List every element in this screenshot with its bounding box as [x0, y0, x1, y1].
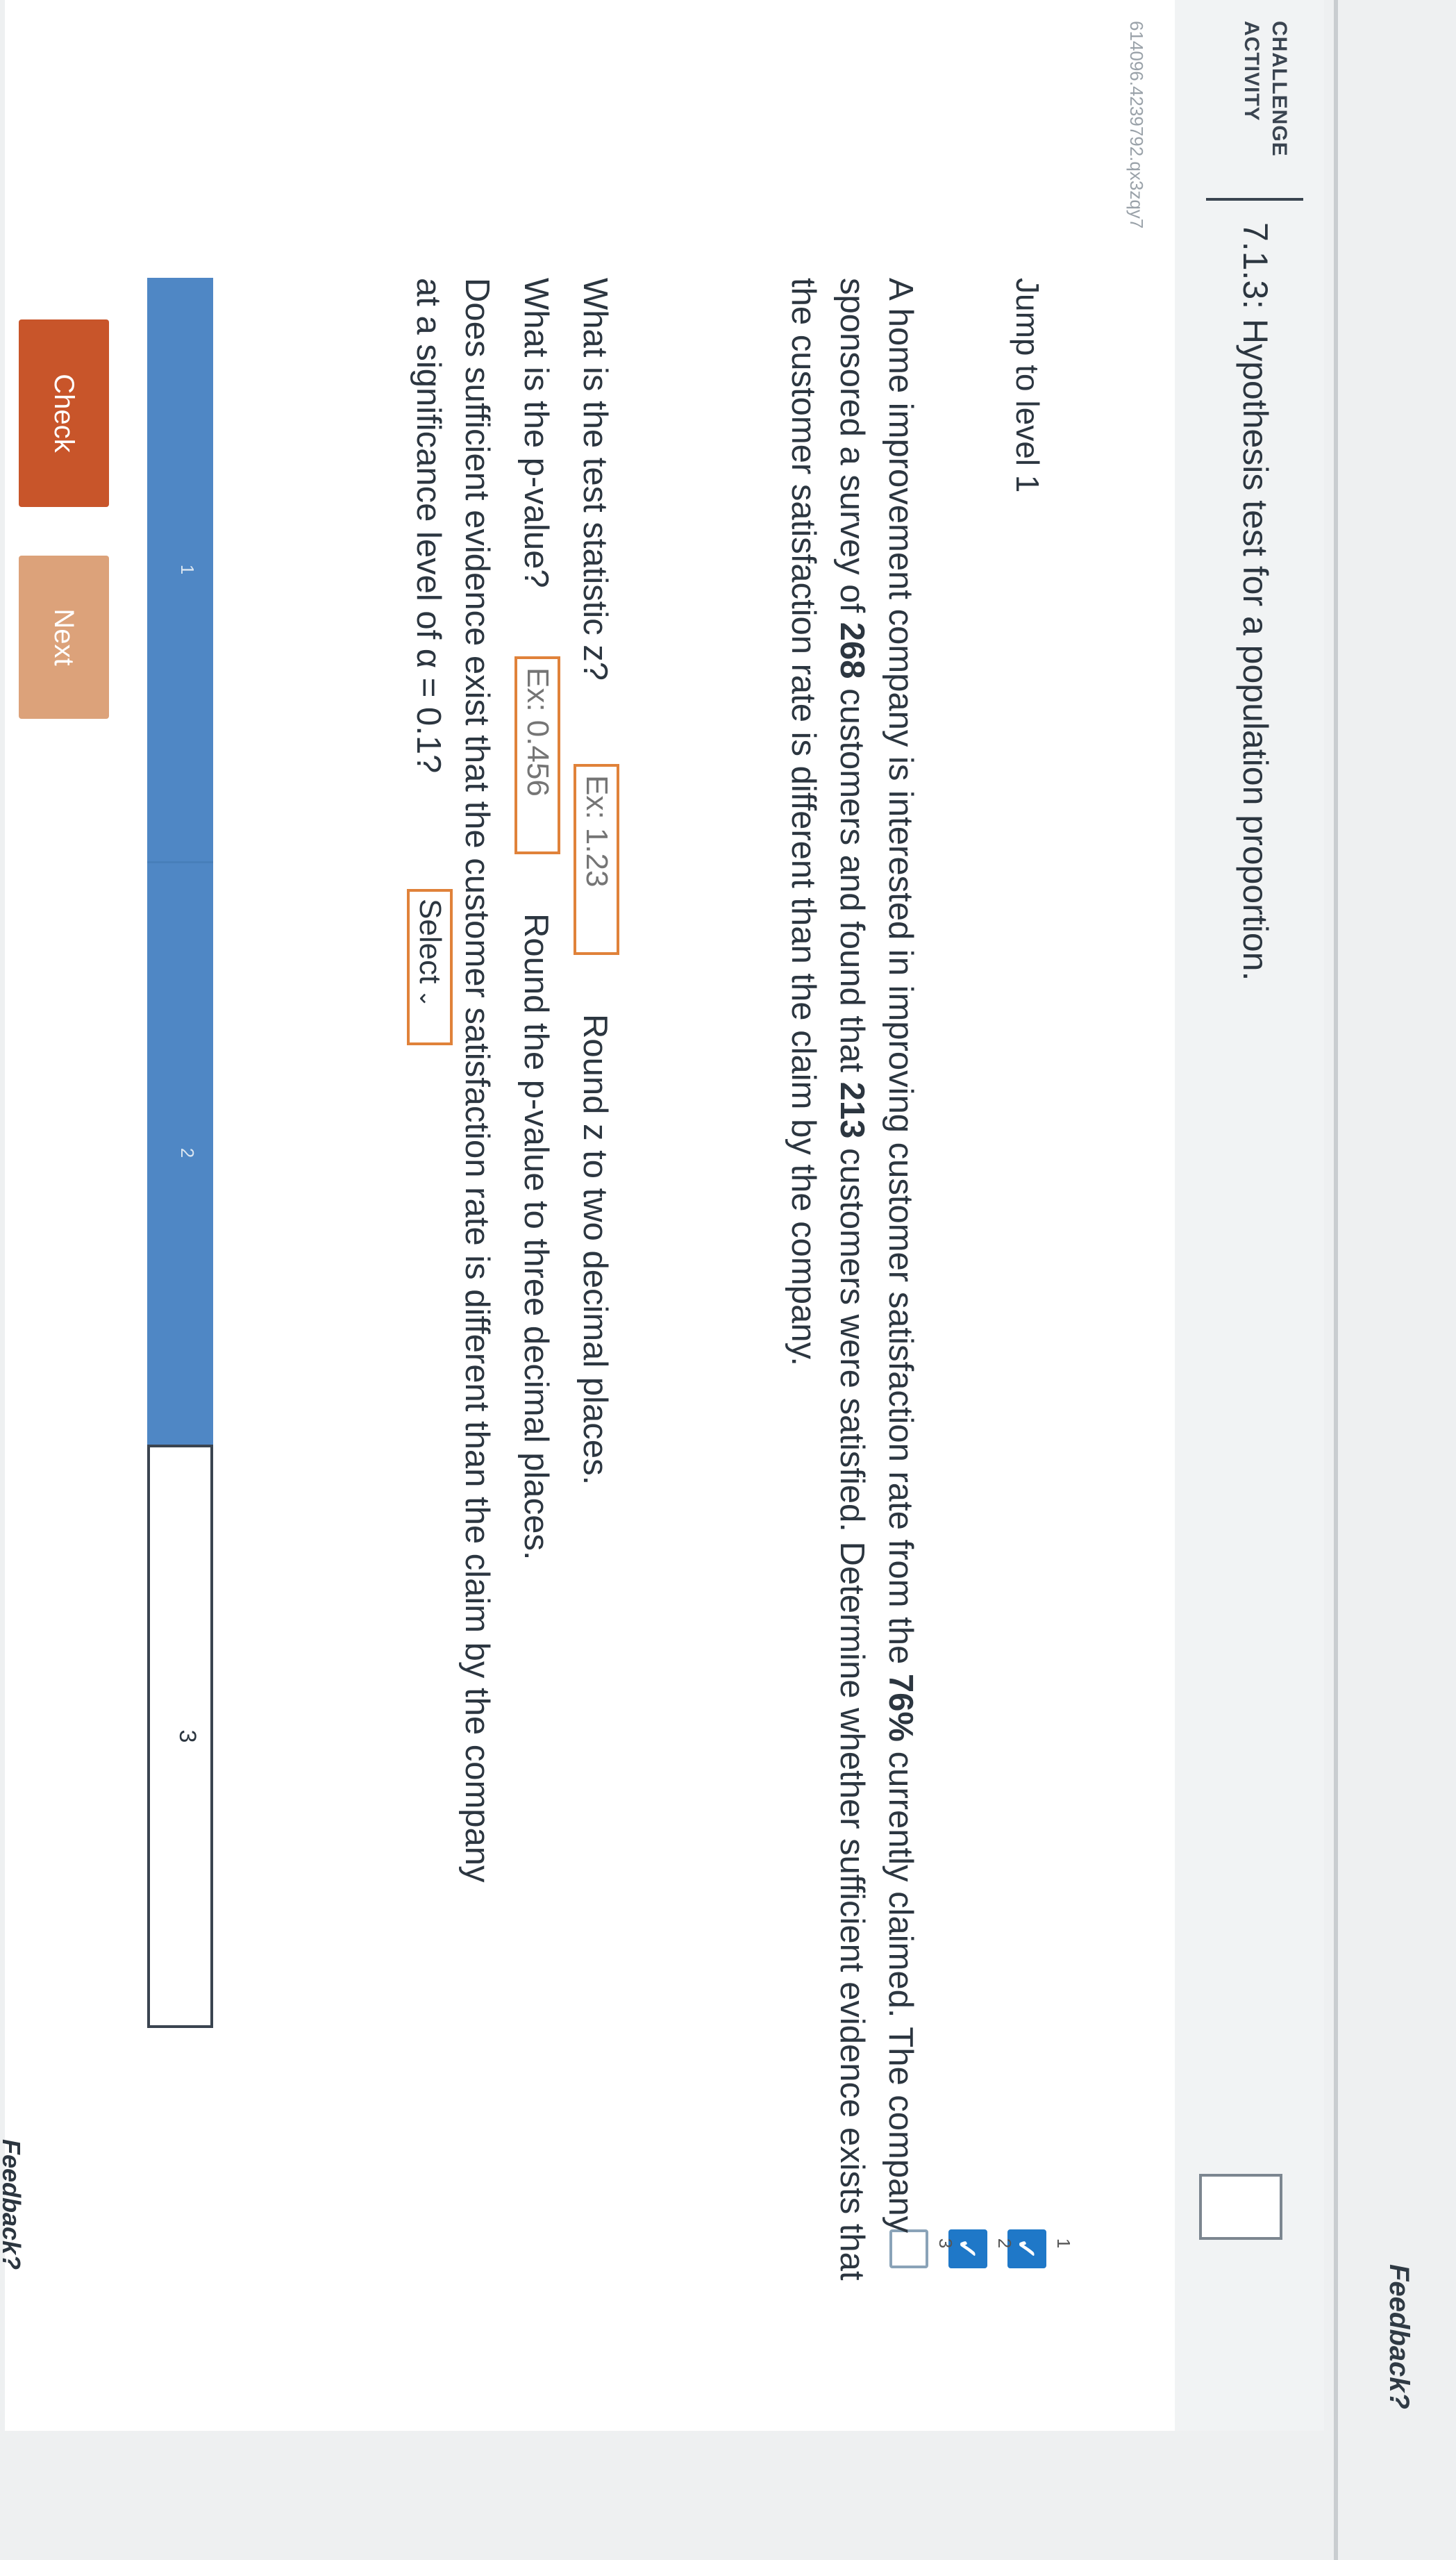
- activity-id: 614096.4239792.qx3zqy7: [1126, 21, 1147, 229]
- question-z: What is the test statistic z? Round z to…: [571, 278, 619, 1485]
- select-value: Select: [413, 899, 447, 984]
- feedback-link-top[interactable]: Feedback?: [1383, 2264, 1414, 2409]
- p-question-label: What is the p-value?: [517, 278, 555, 588]
- problem-text: customers and found that: [833, 679, 871, 1082]
- problem-text: A home improvement company is interested…: [882, 278, 919, 1674]
- level-2-indicator[interactable]: 2 ✓: [939, 2174, 1015, 2341]
- challenge-activity-card: CHALLENGE ACTIVITY 7.1.3: Hypothesis tes…: [0, 0, 1324, 2431]
- question-evidence-line-1: Does sufficient evidence exist that the …: [453, 278, 501, 2222]
- significance-level-label: at a significance level of α = 0.1?: [410, 278, 447, 774]
- level-number: 1: [1053, 2238, 1074, 2249]
- completion-checkbox: [1199, 2174, 1282, 2240]
- divider: [1334, 0, 1338, 2560]
- p-value-input[interactable]: [514, 656, 560, 854]
- segment-label-3: 3: [174, 1729, 201, 1743]
- segment-label-2: 2: [177, 1147, 198, 1158]
- z-question-label: What is the test statistic z?: [576, 278, 614, 681]
- claimed-rate: 76%: [882, 1673, 919, 1742]
- activity-header: CHALLENGE ACTIVITY 7.1.3: Hypothesis tes…: [1175, 0, 1324, 2431]
- badge-line-1: CHALLENGE: [1268, 21, 1291, 157]
- jump-to-level[interactable]: Jump to level 1: [1009, 278, 1046, 492]
- screen: Feedback? CHALLENGE ACTIVITY 7.1.3: Hypo…: [0, 0, 1456, 2560]
- segment-divider: [147, 861, 213, 863]
- feedback-link-bottom[interactable]: Feedback?: [0, 2139, 26, 2270]
- problem-statement: A home improvement company is interested…: [779, 278, 925, 2292]
- challenge-activity-badge: CHALLENGE ACTIVITY: [1237, 21, 1293, 157]
- z-hint: Round z to two decimal places.: [576, 1014, 614, 1486]
- badge-line-2: ACTIVITY: [1240, 21, 1263, 122]
- level-number: 3: [935, 2238, 956, 2249]
- evidence-question-label: Does sufficient evidence exist that the …: [458, 278, 496, 1883]
- level-progress-bar: 1 2 3: [147, 278, 213, 2028]
- level-1-indicator[interactable]: 1 ✓: [998, 2174, 1074, 2341]
- activity-title: 7.1.3: Hypothesis test for a population …: [1236, 222, 1275, 981]
- question-evidence-line-2: at a significance level of α = 0.1? Sele…: [404, 278, 453, 1111]
- p-hint: Round the p-value to three decimal place…: [517, 913, 555, 1561]
- z-input[interactable]: [574, 764, 619, 955]
- evidence-select[interactable]: Select ⌄: [407, 889, 453, 1045]
- question-p: What is the p-value? Round the p-value t…: [512, 278, 560, 1561]
- level-number: 2: [994, 2238, 1015, 2249]
- check-button[interactable]: Check: [19, 319, 109, 507]
- satisfied-count: 213: [833, 1081, 871, 1139]
- photo-background: Feedback? CHALLENGE ACTIVITY 7.1.3: Hypo…: [0, 0, 1456, 2560]
- sample-size: 268: [833, 622, 871, 679]
- segment-label-1: 1: [177, 564, 198, 575]
- header-separator: [1206, 198, 1303, 201]
- chevron-down-icon: ⌄: [415, 989, 440, 1008]
- next-button[interactable]: Next: [19, 556, 109, 719]
